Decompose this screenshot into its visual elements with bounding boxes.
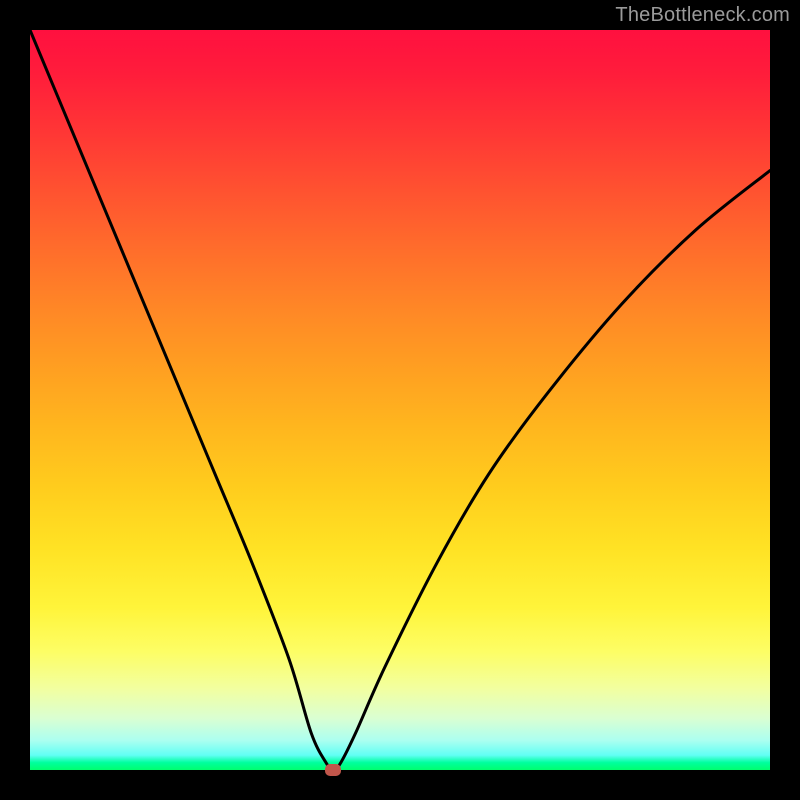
bottleneck-curve [30, 30, 770, 770]
optimal-point-marker [325, 764, 341, 776]
plot-area [30, 30, 770, 770]
watermark-text: TheBottleneck.com [615, 4, 790, 27]
chart-frame: TheBottleneck.com [0, 0, 800, 800]
